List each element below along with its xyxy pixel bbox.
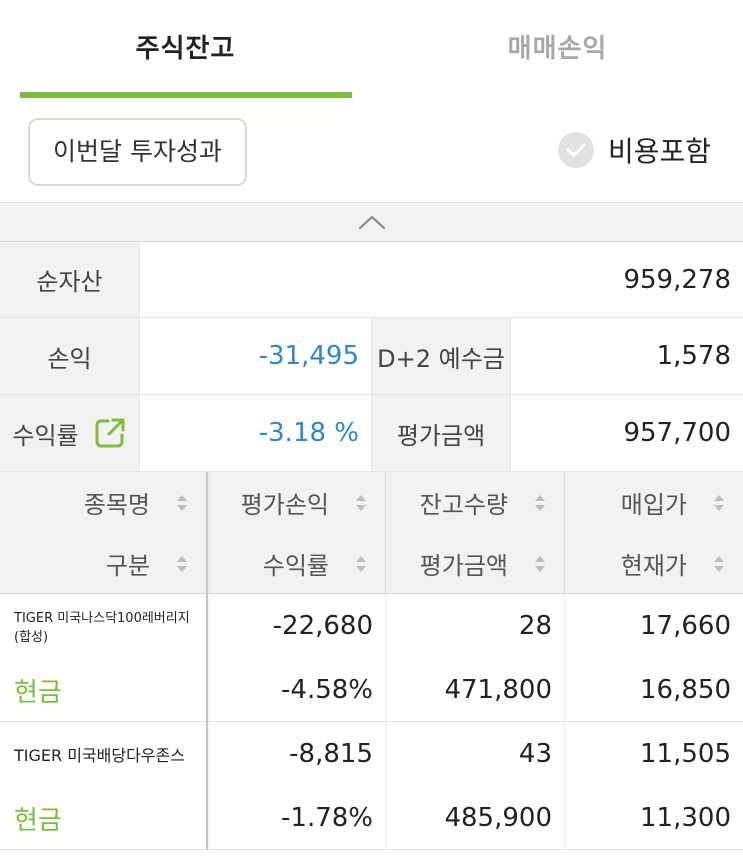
sort-icon bbox=[714, 494, 724, 511]
header-quantity-label: 잔고수량 bbox=[419, 491, 508, 519]
return-rate-value: -1.78% bbox=[281, 803, 373, 833]
header-eval-amount-label: 평가금액 bbox=[419, 552, 508, 580]
eval-amount-value: 957,700 bbox=[511, 395, 743, 472]
eval-pnl-value: -22,680 bbox=[272, 611, 373, 641]
header-eval-pnl[interactable]: 평가손익 bbox=[206, 472, 385, 533]
header-eval-amount[interactable]: 평가금액 bbox=[385, 533, 564, 594]
header-return-rate[interactable]: 수익률 bbox=[206, 533, 385, 594]
collapse-summary-bar[interactable] bbox=[0, 202, 743, 242]
net-assets-label: 순자산 bbox=[0, 242, 140, 318]
pnl-label: 손익 bbox=[0, 318, 140, 395]
eval-amount-label: 평가금액 bbox=[372, 395, 511, 472]
current-price-value: 16,850 bbox=[640, 675, 731, 705]
header-stock-name-label: 종목명 bbox=[83, 491, 150, 519]
sort-icon bbox=[356, 555, 366, 572]
header-type[interactable]: 구분 bbox=[0, 533, 206, 594]
tab-trade-pnl[interactable]: 매매손익 bbox=[372, 0, 743, 100]
net-assets-value: 959,278 bbox=[140, 242, 743, 318]
header-buy-price-label: 매입가 bbox=[620, 491, 687, 519]
current-price-value: 11,300 bbox=[640, 803, 731, 833]
include-fees-toggle[interactable]: 비용포함 bbox=[558, 130, 711, 170]
check-circle-icon[interactable] bbox=[558, 132, 594, 168]
column-divider bbox=[385, 594, 386, 850]
header-quantity[interactable]: 잔고수량 bbox=[385, 472, 564, 533]
eval-amount-value: 471,800 bbox=[444, 675, 552, 705]
eval-amount-value: 485,900 bbox=[444, 803, 552, 833]
stock-type: 현금 bbox=[14, 677, 62, 708]
return-label-cell[interactable]: 수익률 bbox=[0, 395, 140, 472]
buy-price-value: 11,505 bbox=[640, 739, 731, 769]
sort-icon bbox=[356, 494, 366, 511]
include-fees-label: 비용포함 bbox=[608, 135, 712, 168]
deposit-label: D+2 예수금 bbox=[372, 318, 511, 395]
stock-name[interactable]: TIGER 미국나스닥100레버리지(합성) bbox=[0, 594, 206, 658]
tab-trade-pnl-label: 매매손익 bbox=[507, 34, 608, 64]
header-buy-price[interactable]: 매입가 bbox=[564, 472, 743, 533]
sort-icon bbox=[177, 494, 187, 511]
quantity-value: 43 bbox=[518, 739, 552, 769]
quantity-value: 28 bbox=[518, 611, 552, 641]
return-rate-value: -4.58% bbox=[281, 675, 373, 705]
active-tab-indicator bbox=[20, 92, 352, 98]
sort-icon bbox=[714, 555, 724, 572]
buy-price-value: 17,660 bbox=[640, 611, 731, 641]
tab-bar: 주식잔고 매매손익 bbox=[0, 0, 743, 100]
header-type-label: 구분 bbox=[105, 552, 150, 580]
external-link-icon[interactable] bbox=[93, 416, 127, 450]
sort-icon bbox=[177, 555, 187, 572]
deposit-value: 1,578 bbox=[511, 318, 743, 395]
frozen-column-shadow bbox=[206, 472, 212, 850]
chevron-up-icon bbox=[358, 215, 385, 230]
stock-type: 현금 bbox=[14, 805, 62, 836]
column-divider bbox=[564, 594, 565, 850]
eval-pnl-value: -8,815 bbox=[289, 739, 373, 769]
column-divider bbox=[564, 472, 565, 594]
header-return-rate-label: 수익률 bbox=[262, 552, 329, 580]
return-value: -3.18 % bbox=[140, 395, 372, 472]
sort-icon bbox=[535, 555, 545, 572]
header-eval-pnl-label: 평가손익 bbox=[240, 491, 329, 519]
monthly-performance-button[interactable]: 이번달 투자성과 bbox=[28, 118, 247, 186]
pnl-value: -31,495 bbox=[140, 318, 372, 395]
sort-icon bbox=[535, 494, 545, 511]
header-stock-name[interactable]: 종목명 bbox=[0, 472, 206, 533]
tab-stock-balance-label: 주식잔고 bbox=[135, 34, 236, 64]
tab-stock-balance[interactable]: 주식잔고 bbox=[0, 0, 371, 100]
header-current-price-label: 현재가 bbox=[620, 552, 687, 580]
return-label: 수익률 bbox=[12, 421, 79, 450]
stock-name[interactable]: TIGER 미국배당다우존스 bbox=[0, 722, 206, 786]
header-current-price[interactable]: 현재가 bbox=[564, 533, 743, 594]
column-divider bbox=[385, 472, 386, 594]
